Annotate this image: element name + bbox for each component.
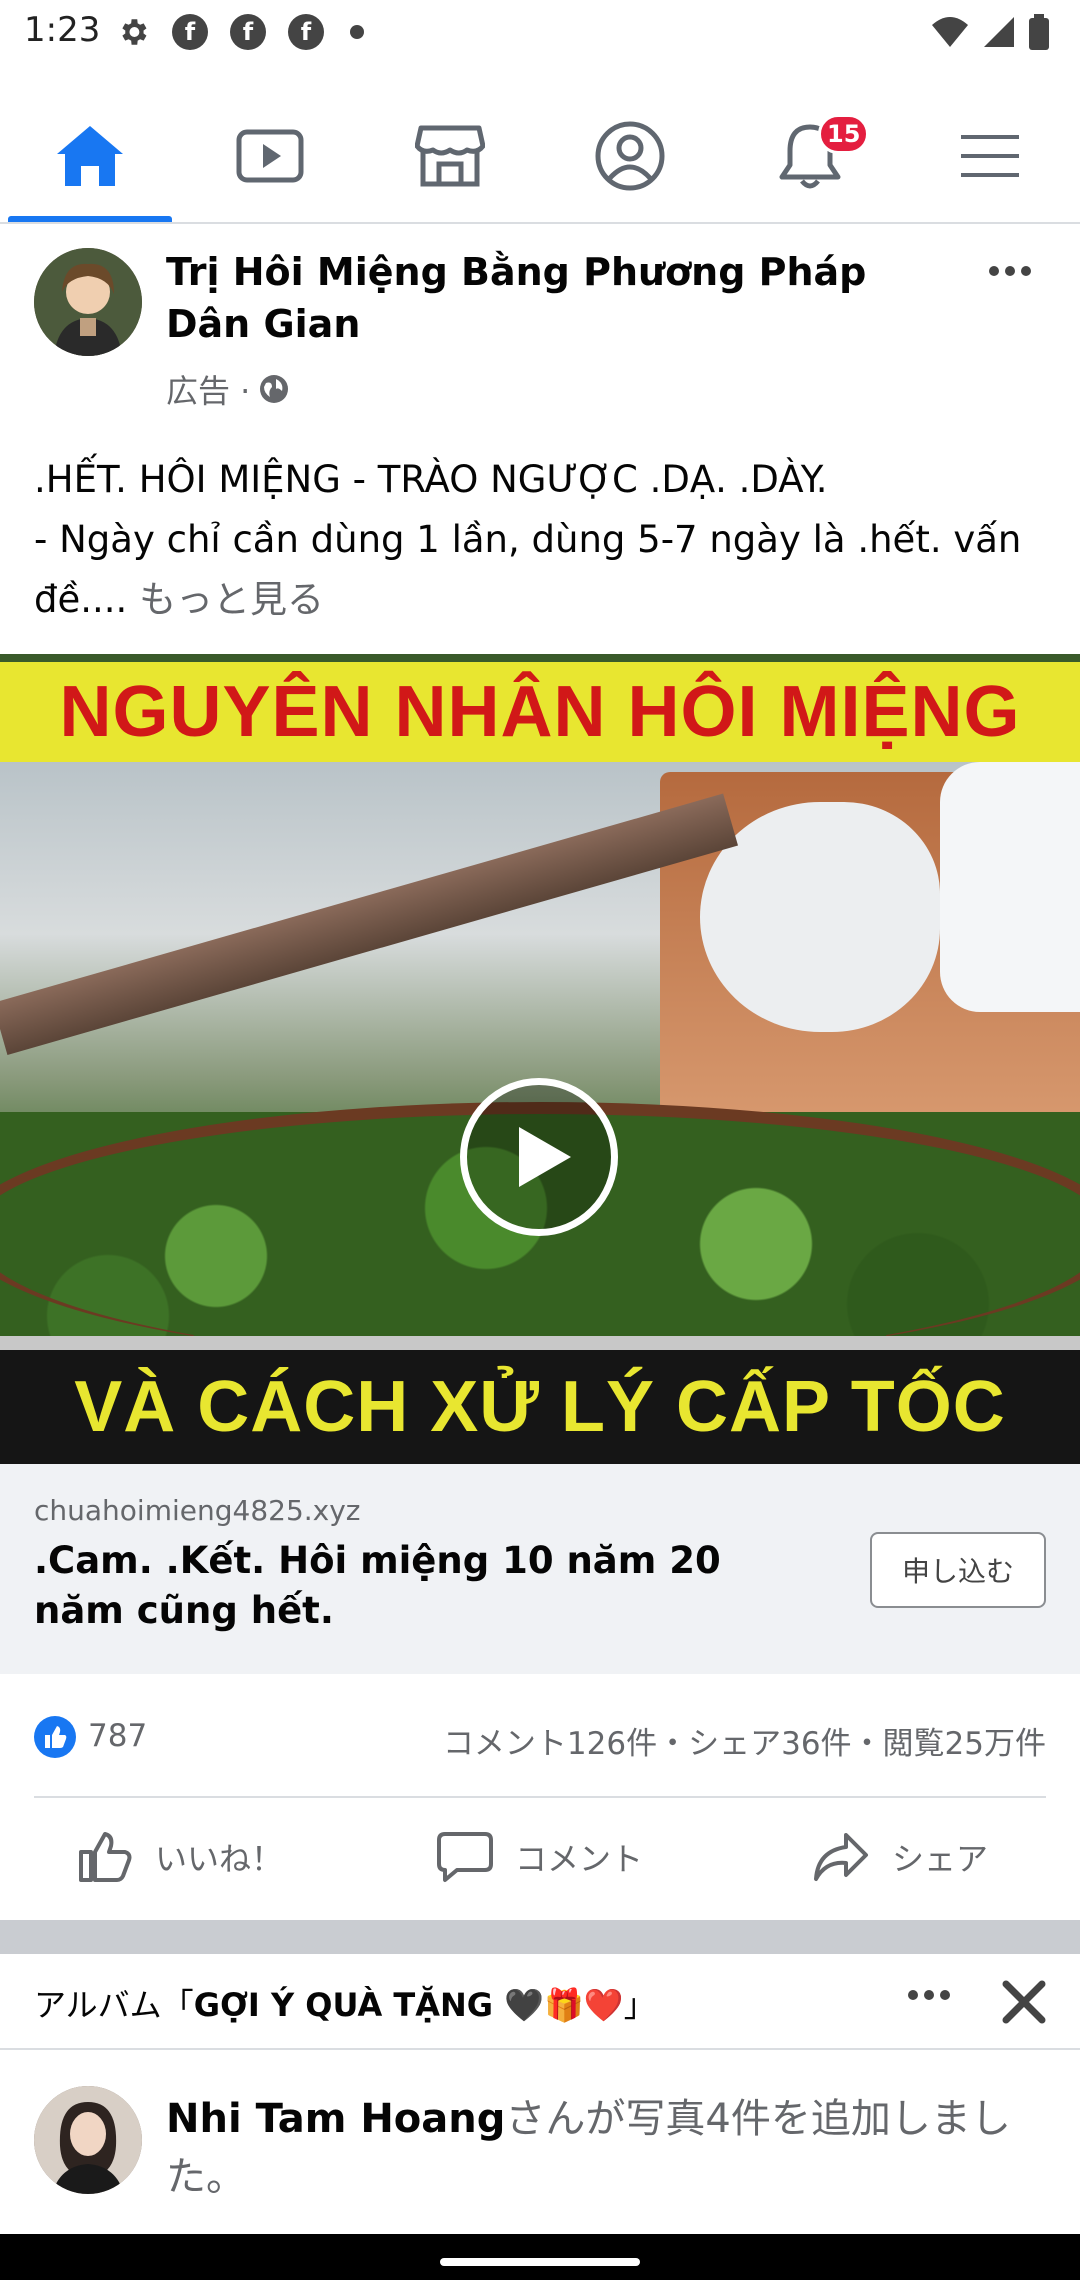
like-button[interactable]: いいね！ (0, 1798, 360, 1916)
activity-text: Nhi Tam Hoangさんが写真4件を追加しました。 (166, 2096, 1011, 2200)
more-dot-icon (908, 1990, 918, 2000)
close-icon (1002, 1980, 1046, 2024)
post-meta: 広告 · (166, 366, 290, 412)
marketplace-store-icon (415, 125, 485, 187)
album-story-header: アルバム「GỢI Ý QUÀ TẶNG 🖤🎁❤️」 (0, 1954, 1080, 2050)
like-reaction-icon (34, 1716, 76, 1758)
more-dot-icon (940, 1990, 950, 2000)
video-banner-top: NGUYÊN NHÂN HÔI MIỆNG (0, 662, 1080, 762)
post-more-options-button[interactable] (980, 256, 1040, 286)
see-more-link[interactable]: もっと見る (139, 578, 324, 621)
more-dot-icon (989, 266, 999, 276)
more-notifications-dot-icon (350, 25, 364, 39)
share-arrow-icon (813, 1833, 868, 1881)
settings-gear-icon (122, 19, 147, 45)
status-system-icons (930, 14, 1050, 50)
tab-watch[interactable] (180, 90, 360, 222)
album-title[interactable]: アルバム「GỢI Ý QUÀ TẶNG 🖤🎁❤️」 (34, 1980, 656, 2026)
reactions-summary[interactable]: 787 コメント126件・シェア36件・閲覧25万件 (0, 1674, 1080, 1798)
activity-user-name[interactable]: Nhi Tam Hoang (166, 2096, 505, 2142)
play-icon (519, 1127, 571, 1187)
tab-profile[interactable] (540, 90, 720, 222)
video-thumbnail[interactable]: NGUYÊN NHÂN HÔI MIỆNG VÀ CÁCH XỬ LÝ CẤP … (0, 654, 1080, 1464)
ad-link-card[interactable]: chuahoimieng4825.xyz .Cam. .Kết. Hôi miệ… (0, 1464, 1080, 1674)
banner-divider (0, 1336, 1080, 1350)
post-body-text: .HẾT. HÔI MIỆNG - TRÀO NGƯỢC .DẠ. .DÀY. … (34, 450, 1054, 630)
more-dot-icon (1005, 266, 1015, 276)
share-button[interactable]: シェア (720, 1798, 1080, 1916)
system-gesture-bar (0, 2234, 1080, 2280)
facebook-notification-icon: f (172, 14, 208, 50)
home-icon (57, 126, 123, 186)
page-avatar[interactable] (34, 248, 142, 356)
user-avatar[interactable] (34, 2086, 142, 2194)
link-domain: chuahoimieng4825.xyz (34, 1494, 361, 1527)
video-play-button[interactable] (460, 1078, 618, 1236)
post-text-line: .HẾT. HÔI MIỆNG - TRÀO NGƯỢC .DẠ. .DÀY. (34, 458, 828, 501)
more-dot-icon (1021, 266, 1031, 276)
cellular-signal-icon (984, 17, 1014, 47)
video-play-icon (236, 129, 304, 183)
post-header: Trị Hôi Miệng Bằng Phương Pháp Dân Gian … (0, 226, 1080, 426)
tab-notifications[interactable]: 15 (720, 90, 900, 222)
album-more-options-button[interactable] (908, 1990, 950, 2000)
link-headline: .Cam. .Kết. Hôi miệng 10 năm 20 năm cũng… (34, 1539, 721, 1632)
video-banner-bottom: VÀ CÁCH XỬ LÝ CẤP TỐC (0, 1350, 1080, 1464)
avatar-photo (34, 248, 142, 356)
activity-item: Nhi Tam Hoangさんが写真4件を追加しました。 (0, 2052, 1080, 2232)
wifi-icon (932, 17, 968, 47)
like-count: 787 (88, 1718, 148, 1754)
notification-count-badge: 15 (818, 114, 870, 154)
feed-separator (0, 1920, 1080, 1954)
battery-icon (1029, 14, 1049, 50)
hide-story-button[interactable] (992, 1970, 1056, 2034)
tab-home[interactable] (0, 90, 180, 222)
knife-blade-shape (0, 793, 739, 1055)
more-dot-icon (924, 1990, 934, 2000)
avatar-photo (34, 2086, 142, 2194)
facebook-notification-icon: f (288, 14, 324, 50)
comment-bubble-icon (436, 1832, 493, 1882)
tab-menu[interactable] (900, 90, 1080, 222)
facebook-notification-icon: f (230, 14, 266, 50)
apply-now-button[interactable]: 申し込む (870, 1532, 1046, 1608)
globe-icon (260, 375, 289, 403)
share-button-label: シェア (891, 1840, 988, 1878)
video-scene (0, 762, 1080, 1362)
comment-button-label: コメント (514, 1840, 643, 1878)
gloved-hand-shape (700, 802, 940, 1032)
home-gesture-handle[interactable] (440, 2258, 640, 2266)
engagement-stats[interactable]: コメント126件・シェア36件・閲覧25万件 (443, 1718, 1046, 1763)
like-button-label: いいね！ (154, 1840, 283, 1878)
post-text-line: - Ngày chỉ cần dùng 1 lần, dùng 5-7 ngày… (34, 518, 1022, 621)
top-navigation: 15 (0, 90, 1080, 224)
status-notification-icons: f f f (116, 14, 364, 50)
post-actions: いいね！ コメント シェア (0, 1798, 1080, 1916)
status-bar: 1:23 f f f (0, 0, 1080, 66)
sleeve-shape (940, 762, 1080, 1012)
post-page-title[interactable]: Trị Hôi Miệng Bằng Phương Pháp Dân Gian (166, 246, 926, 350)
sponsored-label: 広告 · (166, 372, 251, 410)
tab-marketplace[interactable] (360, 90, 540, 222)
comment-button[interactable]: コメント (360, 1798, 720, 1916)
sponsored-post: Trị Hôi Miệng Bằng Phương Pháp Dân Gian … (0, 226, 1080, 1882)
thumbs-up-icon (78, 1832, 132, 1882)
status-time: 1:23 (24, 10, 101, 50)
hamburger-menu-icon (961, 135, 1019, 177)
profile-icon (595, 121, 665, 191)
